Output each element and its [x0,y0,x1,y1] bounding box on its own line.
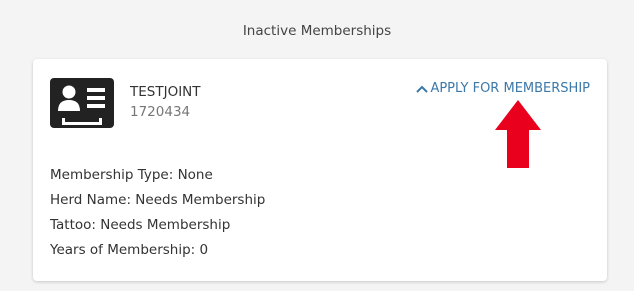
apply-for-membership-link[interactable]: APPLY FOR MEMBERSHIP [415,81,590,96]
member-number: 1720434 [130,104,191,120]
id-card-icon [50,78,114,128]
red-arrow-icon [495,100,541,168]
page: Inactive Memberships TESTJOINT 1720434 A… [0,0,634,291]
section-heading: Inactive Memberships [242,23,392,39]
membership-details: Membership Type: None Herd Name: Needs M… [50,163,265,263]
membership-card: TESTJOINT 1720434 APPLY FOR MEMBERSHIP M… [33,59,607,281]
chevron-up-icon [416,85,429,93]
membership-type: Membership Type: None [50,167,213,183]
member-name: TESTJOINT [130,84,201,100]
years-of-membership: Years of Membership: 0 [50,242,209,258]
herd-name: Herd Name: Needs Membership [50,192,266,208]
apply-for-membership-label[interactable]: APPLY FOR MEMBERSHIP [430,81,590,96]
tattoo: Tattoo: Needs Membership [50,217,231,233]
